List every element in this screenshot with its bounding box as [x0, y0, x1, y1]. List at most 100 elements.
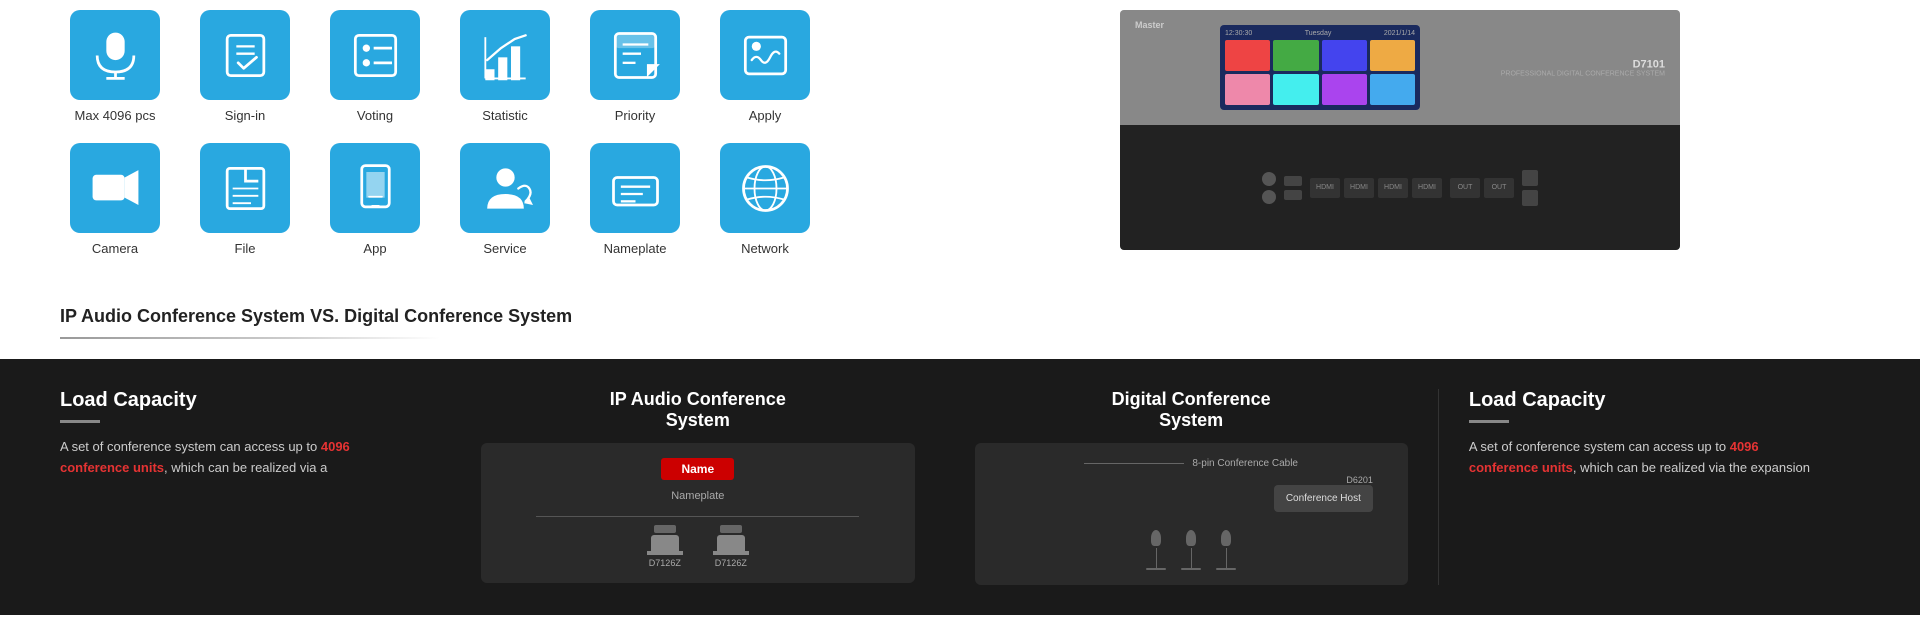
feature-priority: Priority	[580, 10, 690, 123]
statistic-icon	[478, 28, 533, 83]
product-bottom-unit: HDMI HDMI HDMI HDMI OUT OUT	[1120, 125, 1680, 250]
feature-nameplate: Nameplate	[580, 143, 690, 256]
voting-icon-box	[330, 10, 420, 100]
feature-file: File	[190, 143, 300, 256]
ip-audio-diagram: IP Audio Conference System Name Nameplat…	[451, 389, 944, 585]
bottom-section: Load Capacity A set of conference system…	[0, 359, 1920, 615]
apply-icon	[738, 28, 793, 83]
feature-label-service: Service	[483, 241, 526, 256]
right-text-after: , which can be realized via the expansio…	[1573, 460, 1810, 475]
mic2-label: D7126Z	[715, 558, 747, 568]
host-box: Conference Host	[1274, 485, 1373, 512]
mic-stand-2	[1191, 548, 1192, 568]
nameplate-label: Name	[681, 462, 714, 476]
network-icon-box	[720, 143, 810, 233]
feature-label-statistic: Statistic	[482, 108, 528, 123]
features-grid: Max 4096 pcs Sign-in	[60, 10, 880, 276]
digital-diagram-box: 8-pin Conference Cable D6201 Conference …	[975, 443, 1408, 585]
mic-head-1	[1151, 530, 1161, 546]
digital-title-line1: Digital Conference	[1112, 389, 1271, 409]
voting-icon	[348, 28, 403, 83]
mic-item-2: D7126Z	[713, 525, 749, 568]
right-text: A set of conference system can access up…	[1469, 437, 1830, 479]
feature-app: App	[320, 143, 430, 256]
ip-title-line1: IP Audio Conference	[610, 389, 786, 409]
right-text-before: A set of conference system can access up…	[1469, 439, 1730, 454]
cable-wire	[1084, 463, 1184, 464]
nameplate-icon	[608, 161, 663, 216]
cable-line-container: 8-pin Conference Cable	[1084, 458, 1298, 469]
feature-signin: Sign-in	[190, 10, 300, 123]
feature-network: Network	[710, 143, 820, 256]
digital-mic-2	[1181, 530, 1201, 570]
mic-item-1: D7126Z	[647, 525, 683, 568]
top-section: Max 4096 pcs Sign-in	[0, 0, 1920, 296]
app-icon	[348, 161, 403, 216]
mic-base-3	[1216, 568, 1236, 570]
right-divider	[1469, 420, 1509, 423]
mic-base-1	[1146, 568, 1166, 570]
ip-diagram-box: Name Nameplate D7126Z	[481, 443, 914, 583]
signin-icon-box	[200, 10, 290, 100]
connector-line	[536, 516, 859, 517]
mic-head-2	[1186, 530, 1196, 546]
signin-icon	[218, 28, 273, 83]
service-icon-box	[460, 143, 550, 233]
cable-label: 8-pin Conference Cable	[1192, 458, 1298, 469]
product-model: D7101	[1501, 58, 1665, 70]
digital-mic-1	[1146, 530, 1166, 570]
mic-row-ip: D7126Z D7126Z	[647, 525, 749, 568]
product-model-label: D7101 PROFESSIONAL DIGITAL CONFERENCE SY…	[1501, 58, 1665, 77]
service-icon	[478, 161, 533, 216]
feature-service: Service	[450, 143, 560, 256]
mic-base-2	[1181, 568, 1201, 570]
product-device: Master 12:30:30 Tuesday 2021/1/14	[1120, 10, 1680, 250]
mic-icon-box	[70, 10, 160, 100]
feature-label-priority: Priority	[615, 108, 655, 123]
right-load-capacity: Load Capacity A set of conference system…	[1438, 389, 1860, 585]
left-text-after: , which can be realized via a	[164, 460, 327, 475]
digital-diagram-title: Digital Conference System	[1112, 389, 1271, 431]
nameplate-bar: Name	[661, 458, 734, 480]
feature-statistic: Statistic	[450, 10, 560, 123]
product-image-area: Master 12:30:30 Tuesday 2021/1/14	[880, 10, 1860, 276]
digital-mic-3	[1216, 530, 1236, 570]
feature-label-max4096: Max 4096 pcs	[75, 108, 156, 123]
feature-label-app: App	[363, 241, 386, 256]
features-row-2: Camera File	[60, 143, 880, 256]
ip-diagram-title: IP Audio Conference System	[610, 389, 786, 431]
feature-label-voting: Voting	[357, 108, 393, 123]
features-row-1: Max 4096 pcs Sign-in	[60, 10, 880, 123]
statistic-icon-box	[460, 10, 550, 100]
camera-icon	[88, 161, 143, 216]
mic1-label: D7126Z	[649, 558, 681, 568]
mic-icon	[88, 28, 143, 83]
product-top-unit: Master 12:30:30 Tuesday 2021/1/14	[1120, 10, 1680, 125]
digital-title-line2: System	[1159, 410, 1223, 430]
host-name: Conference Host	[1286, 493, 1361, 504]
apply-icon-box	[720, 10, 810, 100]
product-desc: PROFESSIONAL DIGITAL CONFERENCE SYSTEM	[1501, 70, 1665, 77]
feature-voting: Voting	[320, 10, 430, 123]
priority-icon-box	[590, 10, 680, 100]
file-icon	[218, 161, 273, 216]
digital-mic-row	[1146, 530, 1236, 570]
comparison-title: IP Audio Conference System VS. Digital C…	[0, 296, 1920, 332]
digital-diagram: Digital Conference System 8-pin Conferen…	[945, 389, 1438, 585]
comparison-divider	[60, 337, 440, 339]
feature-label-camera: Camera	[92, 241, 138, 256]
feature-max4096: Max 4096 pcs	[60, 10, 170, 123]
feature-label-network: Network	[741, 241, 789, 256]
camera-icon-box	[70, 143, 160, 233]
left-load-capacity: Load Capacity A set of conference system…	[60, 389, 451, 585]
mic-stand-3	[1226, 548, 1227, 568]
left-text: A set of conference system can access up…	[60, 437, 421, 479]
mic-head-3	[1221, 530, 1231, 546]
nameplate-icon-box	[590, 143, 680, 233]
feature-label-apply: Apply	[749, 108, 782, 123]
feature-apply: Apply	[710, 10, 820, 123]
left-title: Load Capacity	[60, 389, 421, 412]
host-model-label: D6201	[1346, 475, 1373, 485]
feature-label-file: File	[235, 241, 256, 256]
network-icon	[738, 161, 793, 216]
